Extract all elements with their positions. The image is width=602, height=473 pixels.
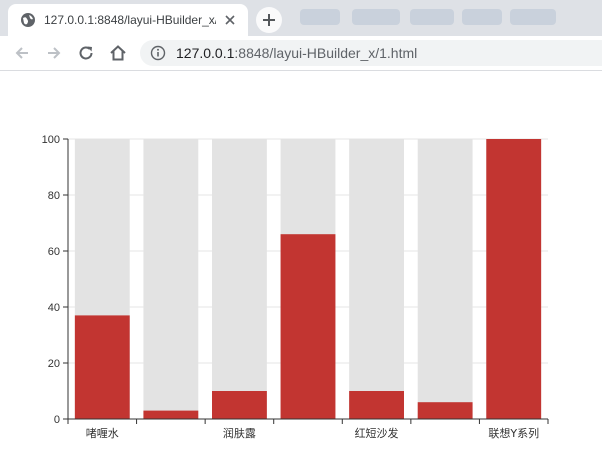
bar-background (417, 139, 473, 419)
bar (212, 391, 267, 419)
close-icon[interactable] (222, 12, 238, 28)
y-tick-label: 0 (54, 414, 60, 426)
bar (486, 139, 542, 419)
blurred-tab (410, 9, 454, 25)
browser-tab[interactable]: 127.0.0.1:8848/layui-HBuilder_x/1.html (8, 4, 248, 36)
bar-chart: 0 20 40 60 80 100 啫喱水 润肤露 红短沙发 联想Y系列 (0, 71, 602, 473)
blurred-tab (352, 9, 400, 25)
blurred-tab (462, 9, 502, 25)
bar-background (143, 139, 199, 419)
forward-arrow-icon[interactable] (44, 43, 64, 63)
bar (74, 315, 130, 419)
y-tick-label: 20 (48, 358, 60, 370)
x-tick-label: 润肤露 (223, 426, 256, 440)
reload-icon[interactable] (76, 43, 96, 63)
x-tick-label: 红短沙发 (355, 426, 399, 440)
url-text: 127.0.0.1:8848/layui-HBuilder_x/1.html (176, 45, 417, 61)
info-icon[interactable] (150, 45, 166, 61)
tab-title: 127.0.0.1:8848/layui-HBuilder_x/1.html (44, 13, 216, 27)
bar-background (212, 139, 267, 419)
y-tick-label: 100 (42, 134, 60, 146)
globe-icon (21, 13, 35, 27)
y-tick-label: 80 (48, 190, 60, 202)
back-arrow-icon[interactable] (12, 43, 32, 63)
new-tab-button[interactable] (256, 7, 282, 33)
chart-svg: 0 20 40 60 80 100 啫喱水 润肤露 红短沙发 联想Y系列 (42, 134, 549, 440)
blurred-tab (300, 9, 340, 25)
url-path: :8848/layui-HBuilder_x/1.html (234, 45, 418, 61)
browser-toolbar: 127.0.0.1:8848/layui-HBuilder_x/1.html (0, 36, 602, 71)
y-tick-label: 40 (48, 302, 60, 314)
browser-tabstrip: 127.0.0.1:8848/layui-HBuilder_x/1.html (0, 0, 602, 36)
bar-background (349, 139, 404, 419)
bar (417, 402, 473, 419)
x-tick-label: 联想Y系列 (488, 426, 539, 440)
url-host: 127.0.0.1 (176, 45, 235, 61)
bar (143, 410, 199, 419)
plus-icon (263, 14, 275, 26)
home-icon[interactable] (108, 43, 128, 63)
y-tick-label: 60 (48, 246, 60, 258)
x-tick-label: 啫喱水 (86, 426, 119, 440)
blurred-tab (510, 9, 556, 25)
bar (349, 391, 404, 419)
address-bar[interactable]: 127.0.0.1:8848/layui-HBuilder_x/1.html (140, 40, 602, 66)
bar (280, 234, 336, 419)
